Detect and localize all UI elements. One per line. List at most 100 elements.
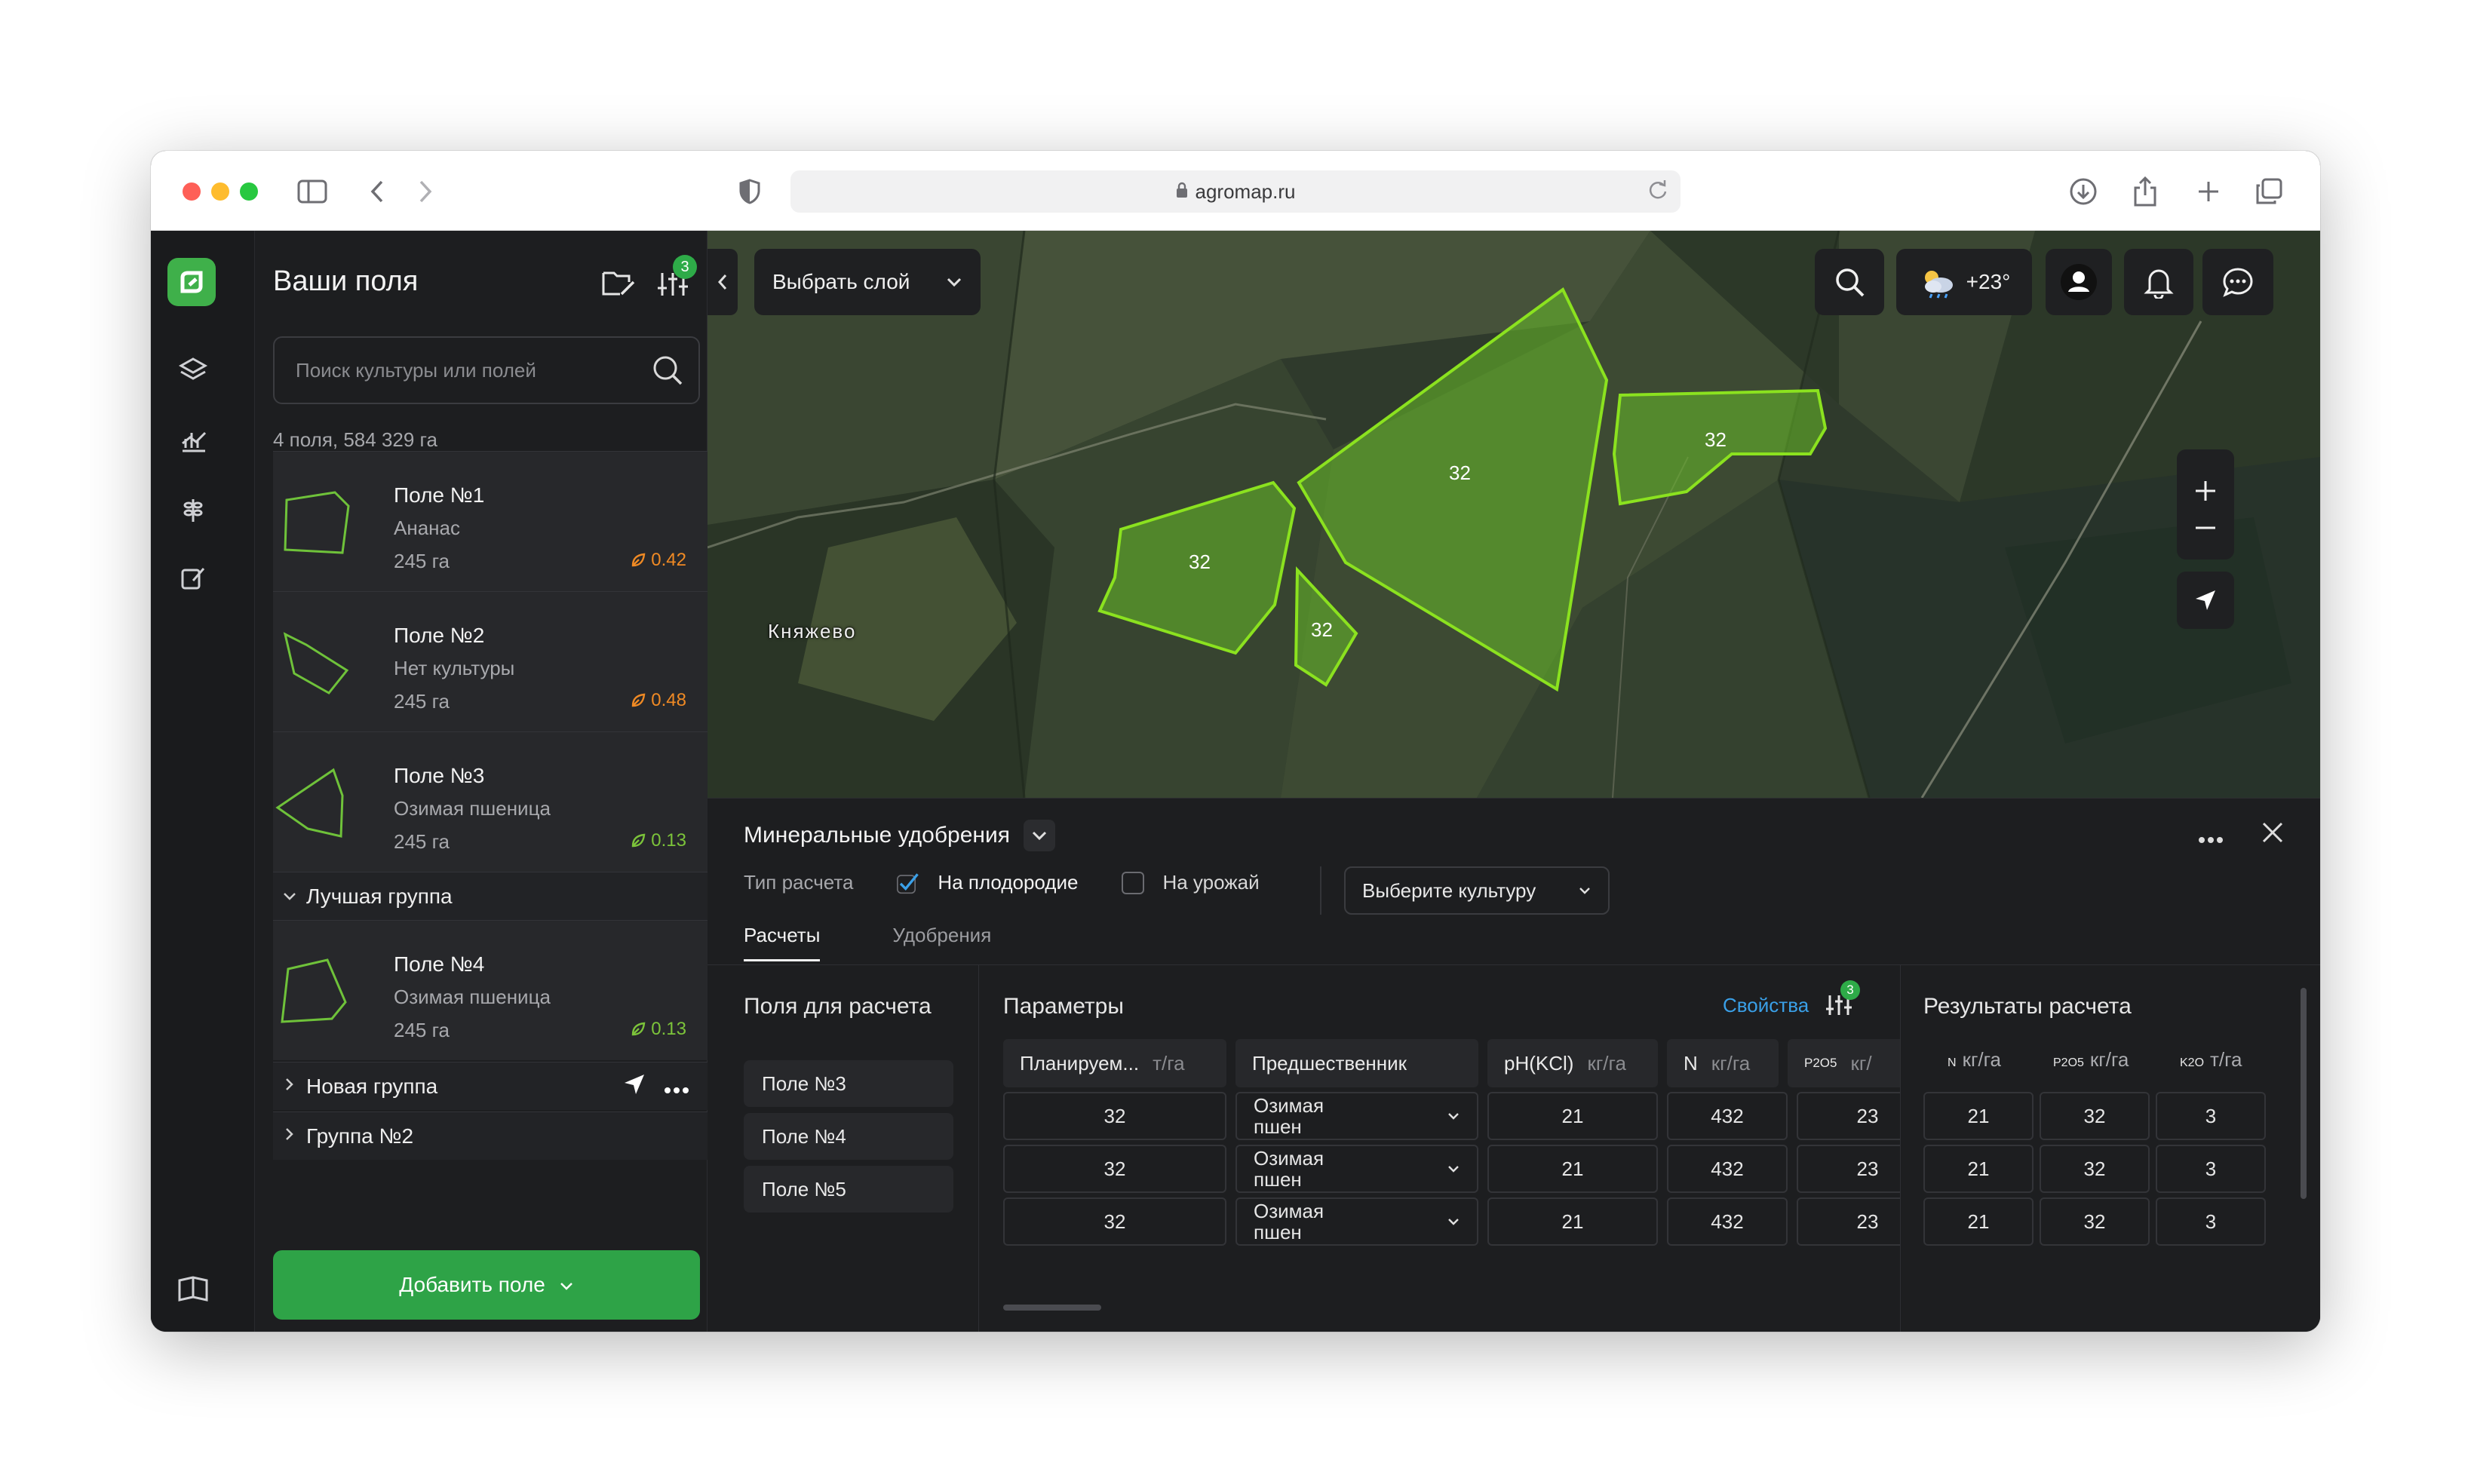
field-ndvi: 0.48	[630, 690, 686, 711]
close-icon[interactable]	[2261, 821, 2284, 851]
back-icon[interactable]	[359, 173, 395, 210]
new-tab-icon[interactable]	[2190, 173, 2227, 210]
more-icon[interactable]	[2198, 821, 2224, 851]
plan-cell[interactable]: 32	[1003, 1145, 1226, 1193]
ph-cell[interactable]: 21	[1487, 1197, 1658, 1246]
plan-cell[interactable]: 32	[1003, 1092, 1226, 1140]
predecessor-select[interactable]: Озимая пшен	[1235, 1197, 1478, 1246]
chat-button[interactable]	[2202, 249, 2273, 315]
calc-field-item[interactable]: Поле №5	[744, 1166, 953, 1213]
crop-icon[interactable]	[175, 492, 211, 528]
tab-fertilizers[interactable]: Удобрения	[892, 924, 991, 961]
params-column: Параметры Свойства 3 Планируем... т/га Пр…	[979, 965, 1901, 1332]
leaf-icon	[632, 553, 646, 567]
zoom-window-button[interactable]	[240, 182, 258, 201]
ph-cell[interactable]: 21	[1487, 1092, 1658, 1140]
params-header: Параметры	[1003, 994, 1124, 1019]
navigate-arrow-icon[interactable]	[623, 1073, 646, 1102]
browser-toolbar: agromap.ru	[151, 151, 2320, 231]
share-icon[interactable]	[2127, 173, 2163, 210]
locate-button[interactable]	[2177, 572, 2234, 629]
panel-title-dropdown[interactable]	[1023, 820, 1055, 851]
col-header-ph[interactable]: pH(KCl) кг/га	[1487, 1039, 1658, 1087]
privacy-shield-icon[interactable]	[732, 173, 768, 210]
p2o5-cell[interactable]: 23	[1797, 1092, 1900, 1140]
predecessor-select[interactable]: Озимая пшен	[1235, 1145, 1478, 1193]
profile-button[interactable]	[2046, 249, 2112, 315]
p2o5-cell[interactable]: 23	[1797, 1197, 1900, 1246]
fertility-checkbox[interactable]	[897, 872, 919, 894]
analytics-icon[interactable]	[175, 422, 211, 458]
n-cell[interactable]: 432	[1667, 1197, 1788, 1246]
collapse-sidebar-button[interactable]	[708, 249, 738, 315]
n-cell[interactable]: 432	[1667, 1092, 1788, 1140]
props-count-badge: 3	[1840, 980, 1860, 1000]
map-search-button[interactable]	[1815, 249, 1884, 315]
vertical-scrollbar[interactable]	[2301, 988, 2307, 1199]
more-icon[interactable]	[664, 1075, 689, 1100]
col-header-p2o5[interactable]: P2O5 кг/	[1788, 1039, 1900, 1087]
weather-widget[interactable]: +23°	[1896, 249, 2032, 315]
group-new[interactable]: Новая группа	[273, 1062, 708, 1110]
group-two[interactable]: Группа №2	[273, 1111, 708, 1160]
weather-icon	[1924, 271, 1953, 299]
address-bar[interactable]: agromap.ru	[790, 170, 1681, 213]
field-shape-icon	[283, 632, 349, 694]
group-best[interactable]: Лучшая группа	[273, 872, 708, 920]
calc-field-item[interactable]: Поле №3	[744, 1060, 953, 1107]
divider	[1320, 866, 1321, 915]
zoom-out-icon[interactable]	[2193, 526, 2218, 530]
ph-cell[interactable]: 21	[1487, 1145, 1658, 1193]
zoom-in-icon[interactable]	[2193, 479, 2218, 503]
layers-icon[interactable]	[175, 351, 211, 388]
nav-rail	[151, 231, 255, 1332]
layer-select[interactable]: Выбрать слой	[754, 249, 981, 315]
add-field-label: Добавить поле	[399, 1273, 545, 1296]
plan-cell[interactable]: 32	[1003, 1197, 1226, 1246]
predecessor-select[interactable]: Озимая пшен	[1235, 1092, 1478, 1140]
calc-field-item[interactable]: Поле №4	[744, 1113, 953, 1160]
chevron-right-icon	[273, 1076, 306, 1097]
help-book-icon[interactable]	[175, 1271, 211, 1308]
field-name: Поле №4	[394, 952, 485, 976]
fields-header: Поля для расчета	[744, 994, 932, 1019]
col-header-plan[interactable]: Планируем... т/га	[1003, 1039, 1226, 1087]
sidebar-toggle-icon[interactable]	[294, 173, 330, 210]
folder-edit-icon[interactable]	[599, 264, 638, 303]
field-crop: Ананас	[394, 517, 460, 539]
params-filter-icon[interactable]: 3	[1824, 980, 1860, 1022]
close-window-button[interactable]	[183, 182, 201, 201]
add-field-button[interactable]: Добавить поле	[273, 1250, 700, 1320]
result-col-header-k2o: K2O т/га	[2180, 1048, 2242, 1071]
col-header-predecessor[interactable]: Предшественник	[1235, 1039, 1478, 1087]
fertilizer-panel: Минеральные удобрения Тип расчета На пло…	[708, 798, 2320, 1332]
app-logo[interactable]	[167, 258, 216, 306]
horizontal-scrollbar[interactable]	[1003, 1305, 1101, 1311]
col-header-n[interactable]: Nкг/га	[1667, 1039, 1779, 1087]
n-cell[interactable]: 432	[1667, 1145, 1788, 1193]
result-p-cell: 32	[2040, 1092, 2150, 1140]
result-n-cell: 21	[1923, 1145, 2034, 1193]
minimize-window-button[interactable]	[211, 182, 229, 201]
field-card[interactable]: Поле №2 Нет культуры 245 га 0.48	[273, 591, 708, 731]
forward-icon[interactable]	[407, 173, 444, 210]
field-card[interactable]: Поле №4 Озимая пшеница 245 га 0.13	[273, 920, 708, 1060]
properties-link[interactable]: Свойства	[1723, 994, 1809, 1017]
notifications-button[interactable]	[2124, 249, 2193, 315]
download-icon[interactable]	[2065, 173, 2101, 210]
group-name: Новая группа	[306, 1074, 438, 1098]
reload-icon[interactable]	[1644, 176, 1671, 209]
tab-overview-icon[interactable]	[2251, 173, 2287, 210]
field-crop: Нет культуры	[394, 657, 515, 679]
satellite-map[interactable]: 32 32 32 32 Княжево Выбрать слой +23°	[708, 231, 2320, 798]
yield-checkbox[interactable]	[1122, 871, 1145, 894]
field-card[interactable]: Поле №1 Ананас 245 га 0.42	[273, 451, 708, 591]
notes-icon[interactable]	[175, 560, 211, 596]
tab-calculations[interactable]: Расчеты	[744, 924, 821, 961]
filter-icon[interactable]: 3	[653, 255, 697, 303]
search-input[interactable]	[296, 338, 643, 403]
crop-select[interactable]: Выберите культуру	[1344, 866, 1610, 915]
p2o5-cell[interactable]: 23	[1797, 1145, 1900, 1193]
field-card[interactable]: Поле №3 Озимая пшеница 245 га 0.13	[273, 731, 708, 872]
search-icon[interactable]	[650, 353, 685, 391]
